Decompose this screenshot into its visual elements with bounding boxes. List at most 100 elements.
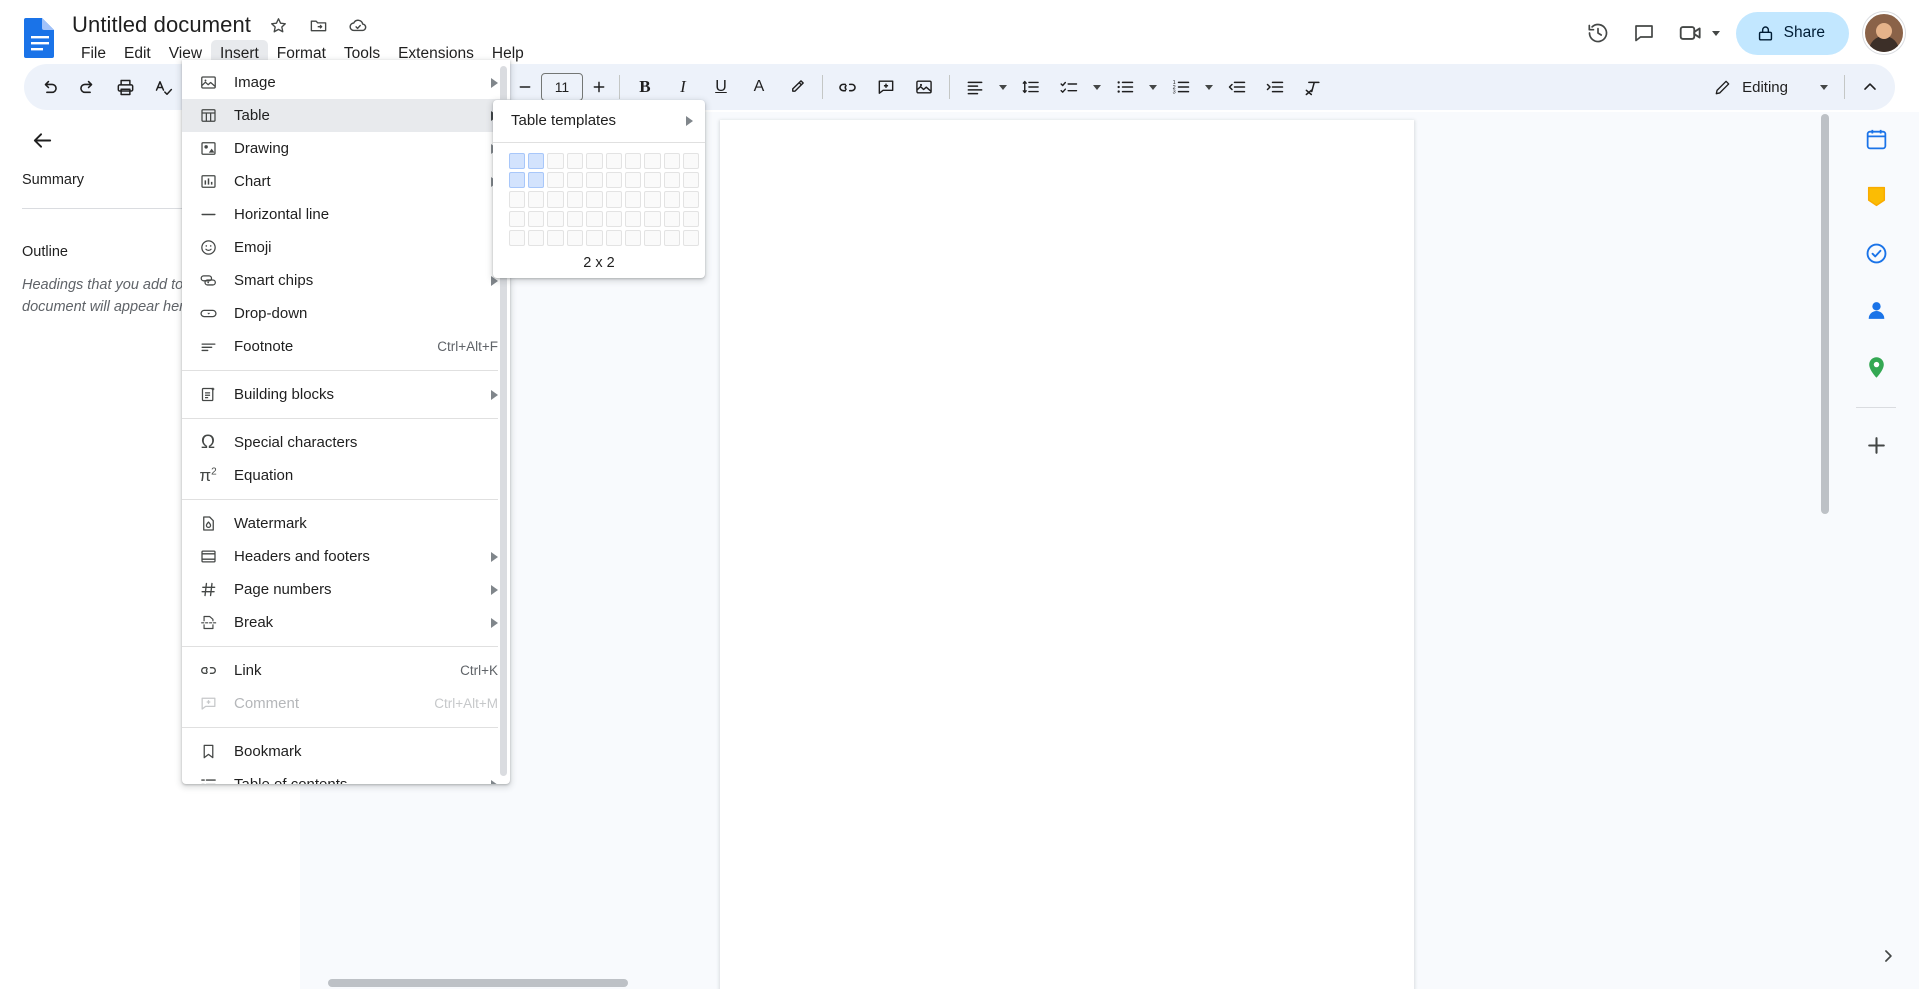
clear-formatting-icon[interactable]: [1294, 68, 1332, 106]
grid-cell[interactable]: [585, 190, 604, 209]
line-spacing-icon[interactable]: [1012, 68, 1050, 106]
menu-item-headers-and-footers[interactable]: Headers and footers: [182, 540, 510, 573]
docs-logo-icon[interactable]: [22, 16, 58, 60]
comment-history-icon[interactable]: [1622, 11, 1666, 55]
menu-item-drawing[interactable]: Drawing: [182, 132, 510, 165]
menu-item-emoji[interactable]: Emoji: [182, 231, 510, 264]
maps-icon[interactable]: [1853, 344, 1899, 390]
calendar-icon[interactable]: [1853, 116, 1899, 162]
highlight-color-icon[interactable]: [778, 68, 816, 106]
grid-cell[interactable]: [565, 190, 584, 209]
grid-cell[interactable]: [662, 209, 681, 228]
grid-cell[interactable]: [565, 170, 584, 189]
insert-image-icon[interactable]: [905, 68, 943, 106]
grid-cell[interactable]: [526, 151, 545, 170]
align-left-icon[interactable]: [956, 68, 994, 106]
grid-cell[interactable]: [565, 209, 584, 228]
numbered-list-dropdown-caret[interactable]: [1200, 68, 1218, 106]
grid-cell[interactable]: [507, 151, 526, 170]
menu-item-break[interactable]: Break: [182, 606, 510, 639]
bulleted-list-dropdown-caret[interactable]: [1144, 68, 1162, 106]
grid-cell[interactable]: [507, 190, 526, 209]
undo-icon[interactable]: [30, 68, 68, 106]
meet-call-button[interactable]: [1668, 11, 1726, 55]
grid-cell[interactable]: [565, 151, 584, 170]
grid-cell[interactable]: [585, 151, 604, 170]
grid-cell[interactable]: [662, 151, 681, 170]
menu-item-table-of-contents[interactable]: Table of contents: [182, 768, 510, 784]
grid-cell[interactable]: [682, 229, 701, 248]
numbered-list-icon[interactable]: 1 2 3: [1162, 68, 1200, 106]
grid-cell[interactable]: [546, 209, 565, 228]
grid-cell[interactable]: [507, 229, 526, 248]
grid-cell[interactable]: [546, 151, 565, 170]
document-page[interactable]: [720, 120, 1414, 989]
grid-cell[interactable]: [526, 229, 545, 248]
star-icon[interactable]: [261, 8, 295, 42]
add-comment-icon[interactable]: [867, 68, 905, 106]
grid-cell[interactable]: [507, 170, 526, 189]
insert-link-icon[interactable]: [829, 68, 867, 106]
grid-cell[interactable]: [662, 229, 681, 248]
menu-item-smart-chips[interactable]: Smart chips: [182, 264, 510, 297]
grid-cell[interactable]: [526, 209, 545, 228]
increase-indent-icon[interactable]: [1256, 68, 1294, 106]
grid-cell[interactable]: [546, 170, 565, 189]
grid-cell[interactable]: [604, 151, 623, 170]
menu-item-table[interactable]: Table: [182, 99, 510, 132]
grid-cell[interactable]: [604, 170, 623, 189]
checklist-dropdown-caret[interactable]: [1088, 68, 1106, 106]
grid-cell[interactable]: [682, 190, 701, 209]
grid-cell[interactable]: [585, 170, 604, 189]
grid-cell[interactable]: [604, 229, 623, 248]
tasks-icon[interactable]: [1853, 230, 1899, 276]
avatar[interactable]: [1863, 12, 1905, 54]
menu-item-equation[interactable]: π2 Equation: [182, 459, 510, 492]
grid-cell[interactable]: [507, 209, 526, 228]
grid-cell[interactable]: [546, 190, 565, 209]
menu-item-image[interactable]: Image: [182, 66, 510, 99]
grid-cell[interactable]: [526, 170, 545, 189]
cloud-check-icon[interactable]: [341, 8, 375, 42]
add-addon-icon[interactable]: [1853, 422, 1899, 468]
editing-mode-button[interactable]: Editing: [1701, 68, 1838, 106]
grid-cell[interactable]: [565, 229, 584, 248]
font-size-input[interactable]: [541, 73, 583, 101]
checklist-icon[interactable]: [1050, 68, 1088, 106]
grid-cell[interactable]: [546, 229, 565, 248]
grid-cell[interactable]: [643, 170, 662, 189]
redo-icon[interactable]: [68, 68, 106, 106]
version-history-icon[interactable]: [1576, 11, 1620, 55]
back-arrow-icon[interactable]: [22, 120, 62, 160]
expand-rail-icon[interactable]: [1869, 937, 1907, 975]
grid-cell[interactable]: [623, 190, 642, 209]
grid-cell[interactable]: [643, 229, 662, 248]
menu-item-link[interactable]: Link Ctrl+K: [182, 654, 510, 687]
table-size-grid[interactable]: [493, 151, 705, 248]
menu-item-table-templates[interactable]: Table templates: [493, 104, 705, 137]
text-color-button[interactable]: A: [740, 68, 778, 106]
grid-cell[interactable]: [623, 209, 642, 228]
menu-item-drop-down[interactable]: Drop-down: [182, 297, 510, 330]
keep-icon[interactable]: [1853, 173, 1899, 219]
menu-item-horizontal-line[interactable]: Horizontal line: [182, 198, 510, 231]
grid-cell[interactable]: [643, 151, 662, 170]
grid-cell[interactable]: [682, 209, 701, 228]
move-to-folder-icon[interactable]: [301, 8, 335, 42]
menu-item-chart[interactable]: Chart: [182, 165, 510, 198]
share-button[interactable]: Share: [1736, 12, 1849, 55]
grid-cell[interactable]: [643, 190, 662, 209]
grid-cell[interactable]: [662, 190, 681, 209]
grid-cell[interactable]: [585, 209, 604, 228]
grid-cell[interactable]: [682, 170, 701, 189]
horizontal-scrollbar[interactable]: [328, 979, 628, 987]
menu-item-watermark[interactable]: Watermark: [182, 507, 510, 540]
menu-item-page-numbers[interactable]: Page numbers: [182, 573, 510, 606]
print-icon[interactable]: [106, 68, 144, 106]
grid-cell[interactable]: [526, 190, 545, 209]
grid-cell[interactable]: [585, 229, 604, 248]
menu-item-building-blocks[interactable]: Building blocks: [182, 378, 510, 411]
align-dropdown-caret[interactable]: [994, 68, 1012, 106]
menu-item-bookmark[interactable]: Bookmark: [182, 735, 510, 768]
decrease-indent-icon[interactable]: [1218, 68, 1256, 106]
